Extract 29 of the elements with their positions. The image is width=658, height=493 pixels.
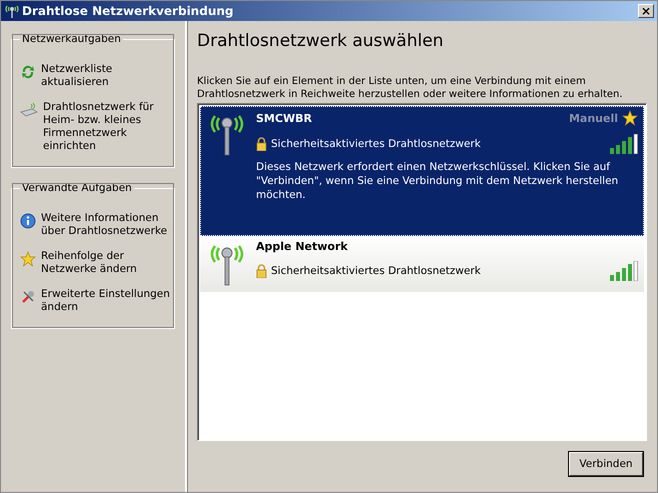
window-title: Drahtlose Netzwerkverbindung — [22, 4, 234, 18]
info-icon — [20, 213, 36, 229]
network-name: Apple Network — [256, 240, 348, 253]
star-icon — [20, 251, 36, 267]
lock-icon — [256, 137, 267, 151]
task-link[interactable]: Netzwerkliste aktualisieren — [41, 63, 170, 89]
network-description: Dieses Netzwerk erfordert einen Netzwerkschlüssel. Klicken Sie auf "Verbinden", wenn Sie eine Verbindung mit dem Netzwerk herstellen möchten. — [256, 160, 620, 202]
instructions-text: Klicken Sie auf ein Element in der Liste unten, um eine Verbindung mit einem Drahtlosnetzwerk in Reichweite herzustellen oder weitere Informationen zu erhalten. — [197, 75, 624, 101]
antenna-icon — [4, 4, 20, 18]
network-item[interactable]: SMCWBR Manuell Sicherheitsaktiviertes Drahtlosnetzwerk Dieses Netzwerk erfordert einen Netzwerkschlüssel. Klicken Sie auf "Verbinden", wenn Sie eine Verbindung mit dem Netzwerk herstellen möchten. — [200, 106, 644, 236]
page-heading: Drahtlosnetzwerk auswählen — [197, 31, 444, 51]
security-text: Sicherheitsaktiviertes Drahtlosnetzwerk — [271, 138, 481, 150]
star-icon — [622, 110, 638, 126]
group-title: Netzwerkaufgaben — [21, 33, 122, 45]
network-name: SMCWBR — [256, 112, 312, 124]
lock-icon — [256, 264, 267, 278]
task-link[interactable]: Reihenfolge der Netzwerke ändern — [41, 250, 170, 276]
group-title: Verwandte Aufgaben — [21, 182, 133, 194]
close-button[interactable]: × — [638, 4, 654, 18]
security-text: Sicherheitsaktiviertes Drahtlosnetzwerk — [271, 265, 481, 277]
refresh-icon — [20, 64, 36, 80]
manual-label: Manuell — [568, 112, 618, 124]
task-link[interactable]: Erweiterte Einstellungen ändern — [41, 288, 170, 314]
task-link[interactable]: Weitere Informationen über Drahtlosnetzwerke — [41, 212, 170, 238]
router-icon — [20, 102, 38, 118]
signal-strength-icon — [610, 261, 638, 281]
signal-strength-icon — [610, 134, 638, 154]
task-link[interactable]: Drahtlosnetzwerk für Heim- bzw. kleines Firmennetzwerk einrichten — [43, 101, 170, 153]
connect-button[interactable]: Verbinden — [569, 452, 643, 476]
